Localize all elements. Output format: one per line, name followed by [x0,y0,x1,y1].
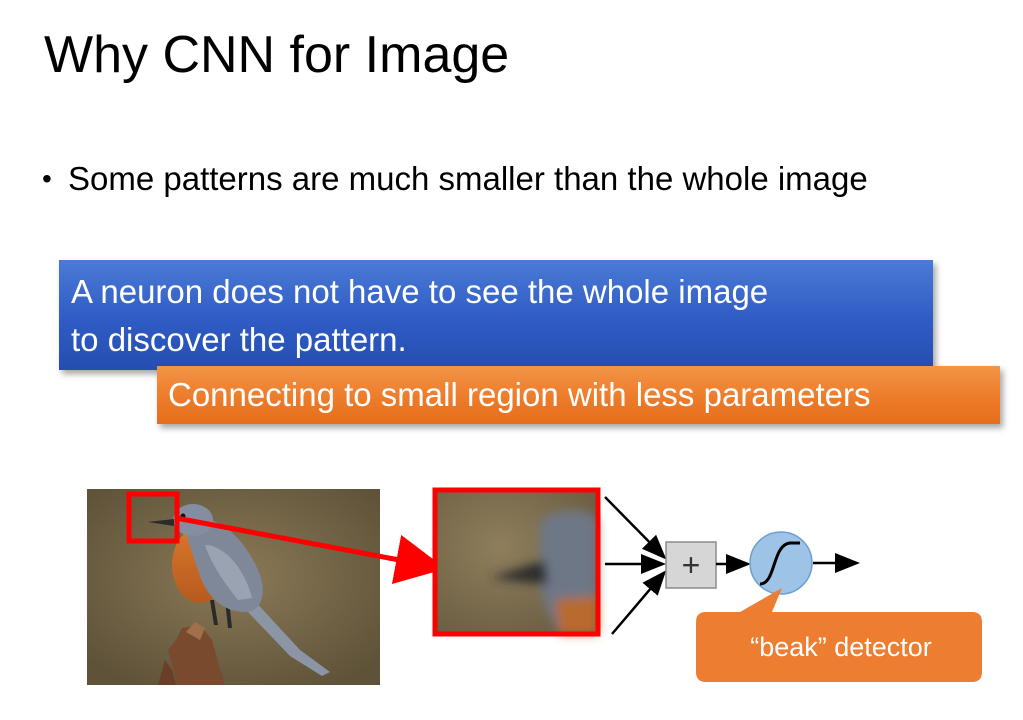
input-arrow-top [604,496,667,560]
beak-detector-label: “beak” detector [750,632,932,662]
activation-neuron [749,531,813,595]
bird-photo [87,489,380,685]
beak-detector-diagram: + [87,487,982,685]
zoomed-beak-patch [432,487,601,637]
input-arrow-bottom [611,570,667,635]
sum-symbol: + [682,547,701,583]
